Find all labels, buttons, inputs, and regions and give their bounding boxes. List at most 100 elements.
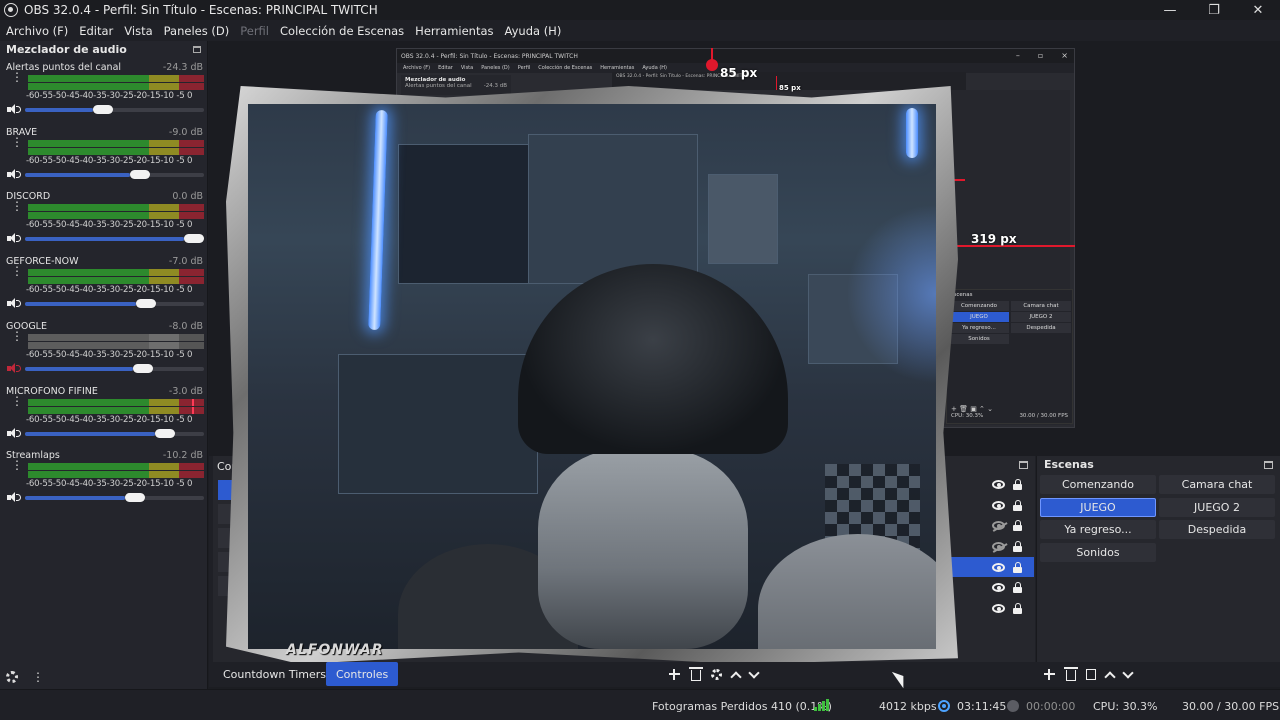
speaker-icon[interactable] [7,233,21,244]
menu-ayuda[interactable]: Ayuda (H) [505,24,562,38]
scene-move-up-chevron-icon[interactable] [1104,670,1116,683]
channel-volume-db: -3.0 dB [168,385,203,397]
channel-menu-icon[interactable]: ⋮ [11,200,23,212]
scene-comenzando[interactable]: Comenzando [1040,475,1156,494]
meter-scale: -60-55-50-45-40-35-30-25-20-15-10 -5 0 [26,414,193,425]
guide-distance-right: 319 px [971,232,1017,246]
remove-scene-trash-icon[interactable] [1064,667,1078,681]
speaker-icon[interactable] [7,168,21,180]
volume-slider-handle[interactable] [93,105,113,114]
scene-despedida[interactable]: Despedida [1159,520,1275,539]
scene-juego-2[interactable]: JUEGO 2 [1159,498,1275,517]
channel-menu-icon[interactable]: ⋮ [11,71,23,83]
move-down-chevron-icon[interactable] [748,666,760,679]
wall-poster [338,354,538,494]
source-row-toggles [992,582,1022,593]
mixer-title: Mezclador de audio [6,43,127,56]
tab-countdown-timers[interactable]: Countdown Timers [213,662,336,686]
lock-icon[interactable] [1013,562,1022,573]
window-title: OBS 32.0.4 - Perfil: Sin Título - Escena… [24,3,378,17]
close-button[interactable]: ✕ [1236,0,1280,20]
menu-perfil[interactable]: Perfil [240,24,269,38]
recording-time: 00:00:00 [1026,700,1076,713]
blue-light-glow [846,204,936,384]
volume-slider-handle[interactable] [155,428,175,438]
volume-slider[interactable] [25,105,204,114]
visibility-eye-icon[interactable] [992,583,1005,592]
volume-slider[interactable] [25,428,204,438]
speaker-icon[interactable] [7,427,21,439]
lock-icon[interactable] [1013,603,1022,614]
nested-scene: Ya regreso... [949,323,1009,333]
tab-controles[interactable]: Controles [326,662,399,686]
scene-ya-regreso[interactable]: Ya regreso... [1040,520,1156,539]
lock-icon[interactable] [1013,582,1022,593]
visibility-hidden-icon[interactable] [992,521,1008,532]
volume-slider[interactable] [25,234,204,244]
lock-icon[interactable] [1013,541,1022,552]
scene-camara-chat[interactable]: Camara chat [1159,475,1275,494]
volume-slider[interactable] [25,299,204,309]
menu-editar[interactable]: Editar [79,24,113,38]
add-source-plus-icon[interactable] [668,668,681,681]
nested-scene: Camara chat [1011,301,1071,311]
volume-slider[interactable] [25,493,204,503]
volume-meter [28,212,204,220]
volume-meter [28,269,204,277]
channel-menu-icon[interactable]: ⋮ [11,136,23,148]
volume-slider-handle[interactable] [130,169,150,179]
recording-dot-icon [1007,700,1019,712]
nested-menu-item: Paneles (D) [481,65,510,71]
volume-slider-handle[interactable] [125,493,145,503]
add-scene-plus-icon[interactable] [1043,668,1056,681]
menu-vista[interactable]: Vista [124,24,152,38]
channel-menu-icon[interactable]: ⋮ [11,330,23,342]
channel-menu-icon[interactable]: ⋮ [11,265,23,277]
scene-juego[interactable]: JUEGO [1040,498,1156,517]
minimize-button[interactable]: — [1148,0,1192,20]
scene-move-down-chevron-icon[interactable] [1122,666,1134,679]
menu-herramientas[interactable]: Herramientas [415,24,493,38]
speaker-icon[interactable] [7,298,21,309]
visibility-hidden-icon[interactable] [992,542,1008,553]
menu-coleccion-escenas[interactable]: Colección de Escenas [280,24,404,38]
mixer-menu-icon[interactable]: ⋮ [32,671,44,683]
channel-menu-icon[interactable]: ⋮ [11,395,23,407]
maximize-button[interactable]: ❐ [1192,0,1236,20]
sources-undock-icon[interactable] [1019,461,1028,469]
source-row-toggles [992,562,1022,573]
volume-slider[interactable] [25,169,204,179]
scene-filters-icon[interactable] [1086,669,1096,680]
menu-paneles[interactable]: Paneles (D) [164,24,230,38]
visibility-eye-icon[interactable] [992,480,1005,489]
source-properties-gear-icon[interactable] [711,669,722,680]
remove-source-trash-icon[interactable] [689,667,703,681]
webcam-source[interactable]: ALFONWAR [226,86,958,664]
speaker-icon[interactable] [7,492,21,503]
speaker-muted-icon[interactable] [7,362,21,374]
advanced-audio-gear-icon[interactable] [6,671,18,683]
lock-icon[interactable] [1013,520,1022,531]
undock-icon[interactable] [193,46,201,53]
mixer-channel: MICROFONO FIFINE -3.0 dB ⋮ -60-55-50-45-40-… [0,382,208,446]
lock-icon[interactable] [1013,500,1022,511]
streamer-watermark: ALFONWAR [286,642,384,658]
speaker-icon[interactable] [7,104,21,115]
volume-slider-handle[interactable] [133,363,153,373]
menu-bar: Archivo (F) Editar Vista Paneles (D) Per… [0,20,1280,41]
volume-slider-handle[interactable] [184,234,204,244]
visibility-eye-icon[interactable] [992,604,1005,613]
meter-scale: -60-55-50-45-40-35-30-25-20-15-10 -5 0 [26,220,193,231]
volume-slider-handle[interactable] [136,299,156,309]
window-controls: — ❐ ✕ [1148,0,1280,20]
visibility-eye-icon[interactable] [992,563,1005,572]
channel-menu-icon[interactable]: ⋮ [11,459,23,471]
menu-archivo[interactable]: Archivo (F) [6,24,68,38]
volume-meter [28,139,204,147]
move-up-chevron-icon[interactable] [730,670,742,683]
visibility-eye-icon[interactable] [992,501,1005,510]
lock-icon[interactable] [1013,479,1022,490]
volume-slider[interactable] [25,363,204,373]
scenes-undock-icon[interactable] [1264,461,1273,469]
scene-sonidos[interactable]: Sonidos [1040,543,1156,562]
